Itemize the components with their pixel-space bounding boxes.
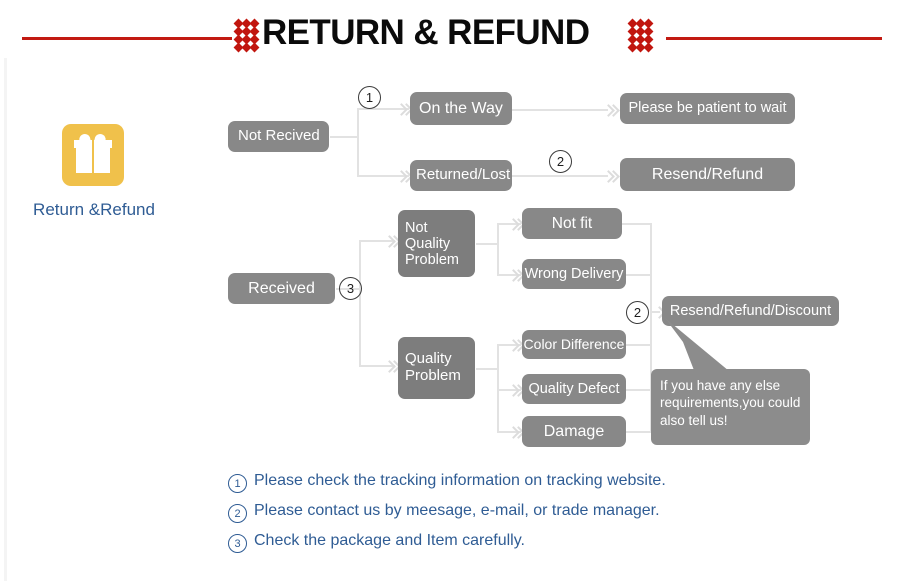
node-returned-lost[interactable]: Returned/Lost: [410, 160, 512, 191]
note-item: 3 Check the package and Item carefully.: [228, 532, 788, 553]
node-wrong-delivery-label: Wrong Delivery: [524, 265, 624, 282]
note-item: 1 Please check the tracking information …: [228, 472, 788, 493]
marker-2-top: 2: [549, 150, 572, 173]
section-label: Return &Refund: [33, 200, 155, 219]
arrow-to-notquality-icon: [385, 233, 398, 249]
node-resend-refund-label: Resend/Refund: [651, 165, 764, 183]
page-header: RETURN & REFUND: [0, 0, 900, 58]
connector-received-split: [359, 240, 361, 366]
node-not-quality-problem-line1: Not: [405, 220, 428, 236]
notes-list: 1 Please check the tracking information …: [228, 472, 788, 562]
node-on-the-way-label: On the Way: [419, 99, 503, 117]
node-not-fit-label: Not fit: [551, 214, 593, 232]
card-left-edge: [4, 58, 7, 581]
merge-wrongdelivery: [626, 274, 652, 276]
node-on-the-way[interactable]: On the Way: [410, 92, 512, 125]
node-wrong-delivery[interactable]: Wrong Delivery: [522, 259, 626, 289]
node-quality-problem-line1: Quality: [405, 350, 452, 367]
arrow-to-notfit-icon: [509, 216, 522, 232]
merge-damage: [626, 431, 652, 433]
node-resend-refund[interactable]: Resend/Refund: [620, 158, 795, 191]
node-please-be-patient-label: Please be patient to wait: [628, 100, 787, 117]
node-damage[interactable]: Damage: [522, 416, 626, 447]
diamond-grid-left-icon: [233, 18, 263, 54]
arrow-to-patient-icon: [604, 102, 617, 118]
header-rule-left: [22, 37, 232, 40]
note-text: Please contact us by meesage, e-mail, or…: [254, 502, 660, 519]
node-damage-label: Damage: [543, 422, 605, 440]
node-please-be-patient[interactable]: Please be patient to wait: [620, 93, 795, 124]
merge-colordiff: [626, 344, 652, 346]
arrow-to-damage-icon: [509, 424, 522, 440]
connector-ontheway-to-patient: [512, 109, 608, 111]
arrow-to-wrongdelivery-icon: [509, 267, 522, 283]
header-rule-right: [666, 37, 882, 40]
callout-line-3: also tell us!: [660, 412, 728, 428]
note-number: 1: [228, 474, 247, 493]
connector-notreceived-stem: [330, 136, 358, 138]
gift-ribbon: [92, 140, 94, 173]
connector-quality-stem: [476, 368, 498, 370]
callout-line-1: If you have any else: [660, 378, 781, 393]
arrow-to-qualitydefect-icon: [509, 382, 522, 398]
note-number: 3: [228, 534, 247, 553]
node-quality-defect[interactable]: Quality Defect: [522, 374, 626, 404]
node-received-label: Received: [248, 279, 315, 297]
connector-notquality-stem: [476, 243, 498, 245]
connector-returnedlost-to-resend: [512, 175, 608, 177]
note-text: Check the package and Item carefully.: [254, 532, 525, 549]
page-title: RETURN & REFUND: [262, 13, 590, 52]
node-quality-defect-label: Quality Defect: [528, 380, 620, 397]
merge-qualitydefect: [626, 389, 652, 391]
connector-notquality-split: [497, 223, 499, 275]
node-color-difference[interactable]: Color Difference: [522, 330, 626, 359]
callout-line-2: requirements,you could: [660, 395, 801, 411]
node-not-fit[interactable]: Not fit: [522, 208, 622, 239]
marker-2-bottom: 2: [626, 301, 649, 324]
marker-3: 3: [339, 277, 362, 300]
connector-notreceived-split: [357, 108, 359, 176]
return-refund-infographic: RETURN & REFUND Return &Refund 1 2 Not R…: [0, 0, 900, 581]
node-quality-problem[interactable]: Quality Problem: [398, 337, 475, 399]
node-received[interactable]: Received: [228, 273, 335, 304]
node-quality-problem-line2: Problem: [405, 366, 461, 384]
node-color-difference-label: Color Difference: [523, 335, 625, 352]
node-not-quality-problem-line2: Quality: [405, 236, 451, 253]
arrow-to-resendrefund-icon: [604, 168, 617, 184]
node-returned-lost-label: Returned/Lost: [416, 166, 511, 184]
arrow-to-quality-icon: [385, 358, 398, 374]
merge-notfit: [622, 223, 652, 225]
node-not-quality-problem-line3: Problem: [405, 252, 459, 269]
arrow-to-ontheway-icon: [397, 101, 410, 117]
connector-quality-split: [497, 344, 499, 432]
arrow-to-returnedlost-icon: [397, 168, 410, 184]
marker-1: 1: [358, 86, 381, 109]
node-not-received-label: Not Recived: [238, 127, 320, 145]
callout-bubble: If you have any else requirements,you co…: [651, 369, 810, 445]
arrow-to-colordiff-icon: [509, 337, 522, 353]
note-text: Please check the tracking information on…: [254, 472, 666, 489]
diamond-grid-right-icon: [627, 18, 657, 54]
gift-box-icon: [62, 124, 124, 186]
node-not-quality-problem[interactable]: Not Quality Problem: [398, 210, 475, 277]
note-number: 2: [228, 504, 247, 523]
node-not-received[interactable]: Not Recived: [228, 121, 329, 152]
note-item: 2 Please contact us by meesage, e-mail, …: [228, 502, 788, 523]
